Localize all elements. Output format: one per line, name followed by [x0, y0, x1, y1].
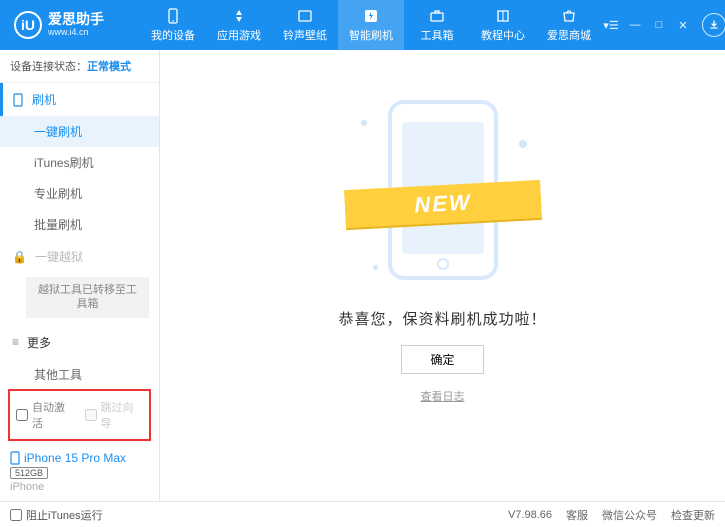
- minimize-icon[interactable]: ―: [626, 16, 644, 34]
- group-label: 刷机: [32, 91, 56, 108]
- device-name-row[interactable]: iPhone 15 Pro Max: [10, 451, 149, 465]
- store-icon: [560, 7, 578, 25]
- device-status: 设备连接状态：正常模式: [0, 50, 159, 83]
- wallpaper-icon: [296, 7, 314, 25]
- success-message: 恭喜您，保资料刷机成功啦！: [338, 308, 546, 329]
- nav-flash[interactable]: 智能刷机: [338, 0, 404, 50]
- logo: iU 爱思助手 www.i4.cn: [0, 11, 140, 39]
- lock-icon: 🔒: [12, 250, 27, 264]
- nav-my-device[interactable]: 我的设备: [140, 0, 206, 50]
- status-bar: 阻止iTunes运行 V7.98.66 客服 微信公众号 检查更新: [0, 501, 725, 527]
- sidebar: 设备连接状态：正常模式 刷机 一键刷机 iTunes刷机 专业刷机 批量刷机 🔒…: [0, 50, 160, 501]
- sidebar-item-pro[interactable]: 专业刷机: [0, 178, 159, 209]
- book-icon: [494, 7, 512, 25]
- window-controls: ▾☰ ― □ ✕: [602, 13, 725, 37]
- main-panel: NEW 恭喜您，保资料刷机成功啦！ 确定 查看日志: [160, 50, 725, 501]
- top-nav: 我的设备 应用游戏 铃声壁纸 智能刷机 工具箱 教程中心 爱思商城: [140, 0, 602, 50]
- nav-label: 教程中心: [481, 27, 525, 43]
- success-illustration: NEW: [353, 90, 533, 290]
- nav-store[interactable]: 爱思商城: [536, 0, 602, 50]
- nav-label: 铃声壁纸: [283, 27, 327, 43]
- close-icon[interactable]: ✕: [674, 16, 692, 34]
- checkbox-label: 阻止iTunes运行: [26, 507, 103, 523]
- view-log-link[interactable]: 查看日志: [421, 388, 465, 404]
- nav-apps[interactable]: 应用游戏: [206, 0, 272, 50]
- title-bar: iU 爱思助手 www.i4.cn 我的设备 应用游戏 铃声壁纸 智能刷机 工具…: [0, 0, 725, 50]
- group-label: 一键越狱: [35, 248, 83, 265]
- nav-ringtones[interactable]: 铃声壁纸: [272, 0, 338, 50]
- auto-activate-checkbox[interactable]: 自动激活: [16, 399, 75, 431]
- maximize-icon[interactable]: □: [650, 16, 668, 34]
- nav-label: 我的设备: [151, 27, 195, 43]
- new-ribbon: NEW: [344, 180, 542, 228]
- jailbreak-note: 越狱工具已转移至工具箱: [26, 277, 149, 318]
- sidebar-item-oneclick[interactable]: 一键刷机: [0, 116, 159, 147]
- logo-badge-icon: iU: [14, 11, 42, 39]
- download-icon[interactable]: [702, 13, 725, 37]
- device-capacity: 512GB: [10, 467, 48, 479]
- nav-label: 应用游戏: [217, 27, 261, 43]
- sidebar-item-batch[interactable]: 批量刷机: [0, 209, 159, 240]
- confirm-button[interactable]: 确定: [401, 345, 483, 374]
- skip-guide-checkbox[interactable]: 跳过向导: [85, 399, 144, 431]
- flash-icon: [362, 7, 380, 25]
- more-icon: ≡: [12, 335, 19, 349]
- footer-support[interactable]: 客服: [566, 507, 588, 523]
- version-label: V7.98.66: [508, 509, 552, 521]
- device-small-icon: [10, 451, 20, 465]
- menu-icon[interactable]: ▾☰: [602, 16, 620, 34]
- footer-update[interactable]: 检查更新: [671, 507, 715, 523]
- sidebar-group-flash[interactable]: 刷机: [0, 83, 159, 116]
- nav-label: 爱思商城: [547, 27, 591, 43]
- app-name: 爱思助手: [48, 12, 104, 27]
- app-url: www.i4.cn: [48, 28, 104, 38]
- nav-toolbox[interactable]: 工具箱: [404, 0, 470, 50]
- sidebar-group-more[interactable]: ≡ 更多: [0, 326, 159, 359]
- options-highlight: 自动激活 跳过向导: [8, 389, 151, 441]
- checkbox-label: 自动激活: [32, 399, 75, 431]
- group-label: 更多: [27, 334, 51, 351]
- status-value: 正常模式: [87, 61, 131, 73]
- device-info: iPhone 15 Pro Max 512GB iPhone: [0, 447, 159, 501]
- phone-icon: [164, 7, 182, 25]
- sidebar-group-jailbreak: 🔒 一键越狱: [0, 240, 159, 273]
- sidebar-item-itunes[interactable]: iTunes刷机: [0, 147, 159, 178]
- toolbox-icon: [428, 7, 446, 25]
- sidebar-item-other[interactable]: 其他工具: [0, 359, 159, 385]
- apps-icon: [230, 7, 248, 25]
- block-itunes-checkbox[interactable]: 阻止iTunes运行: [10, 507, 103, 523]
- device-name: iPhone 15 Pro Max: [24, 451, 126, 465]
- status-label: 设备连接状态：: [10, 61, 87, 73]
- checkbox-label: 跳过向导: [101, 399, 144, 431]
- nav-tutorials[interactable]: 教程中心: [470, 0, 536, 50]
- phone-small-icon: [12, 93, 24, 107]
- nav-label: 工具箱: [421, 27, 454, 43]
- device-type: iPhone: [10, 481, 149, 493]
- nav-label: 智能刷机: [349, 27, 393, 43]
- footer-wechat[interactable]: 微信公众号: [602, 507, 657, 523]
